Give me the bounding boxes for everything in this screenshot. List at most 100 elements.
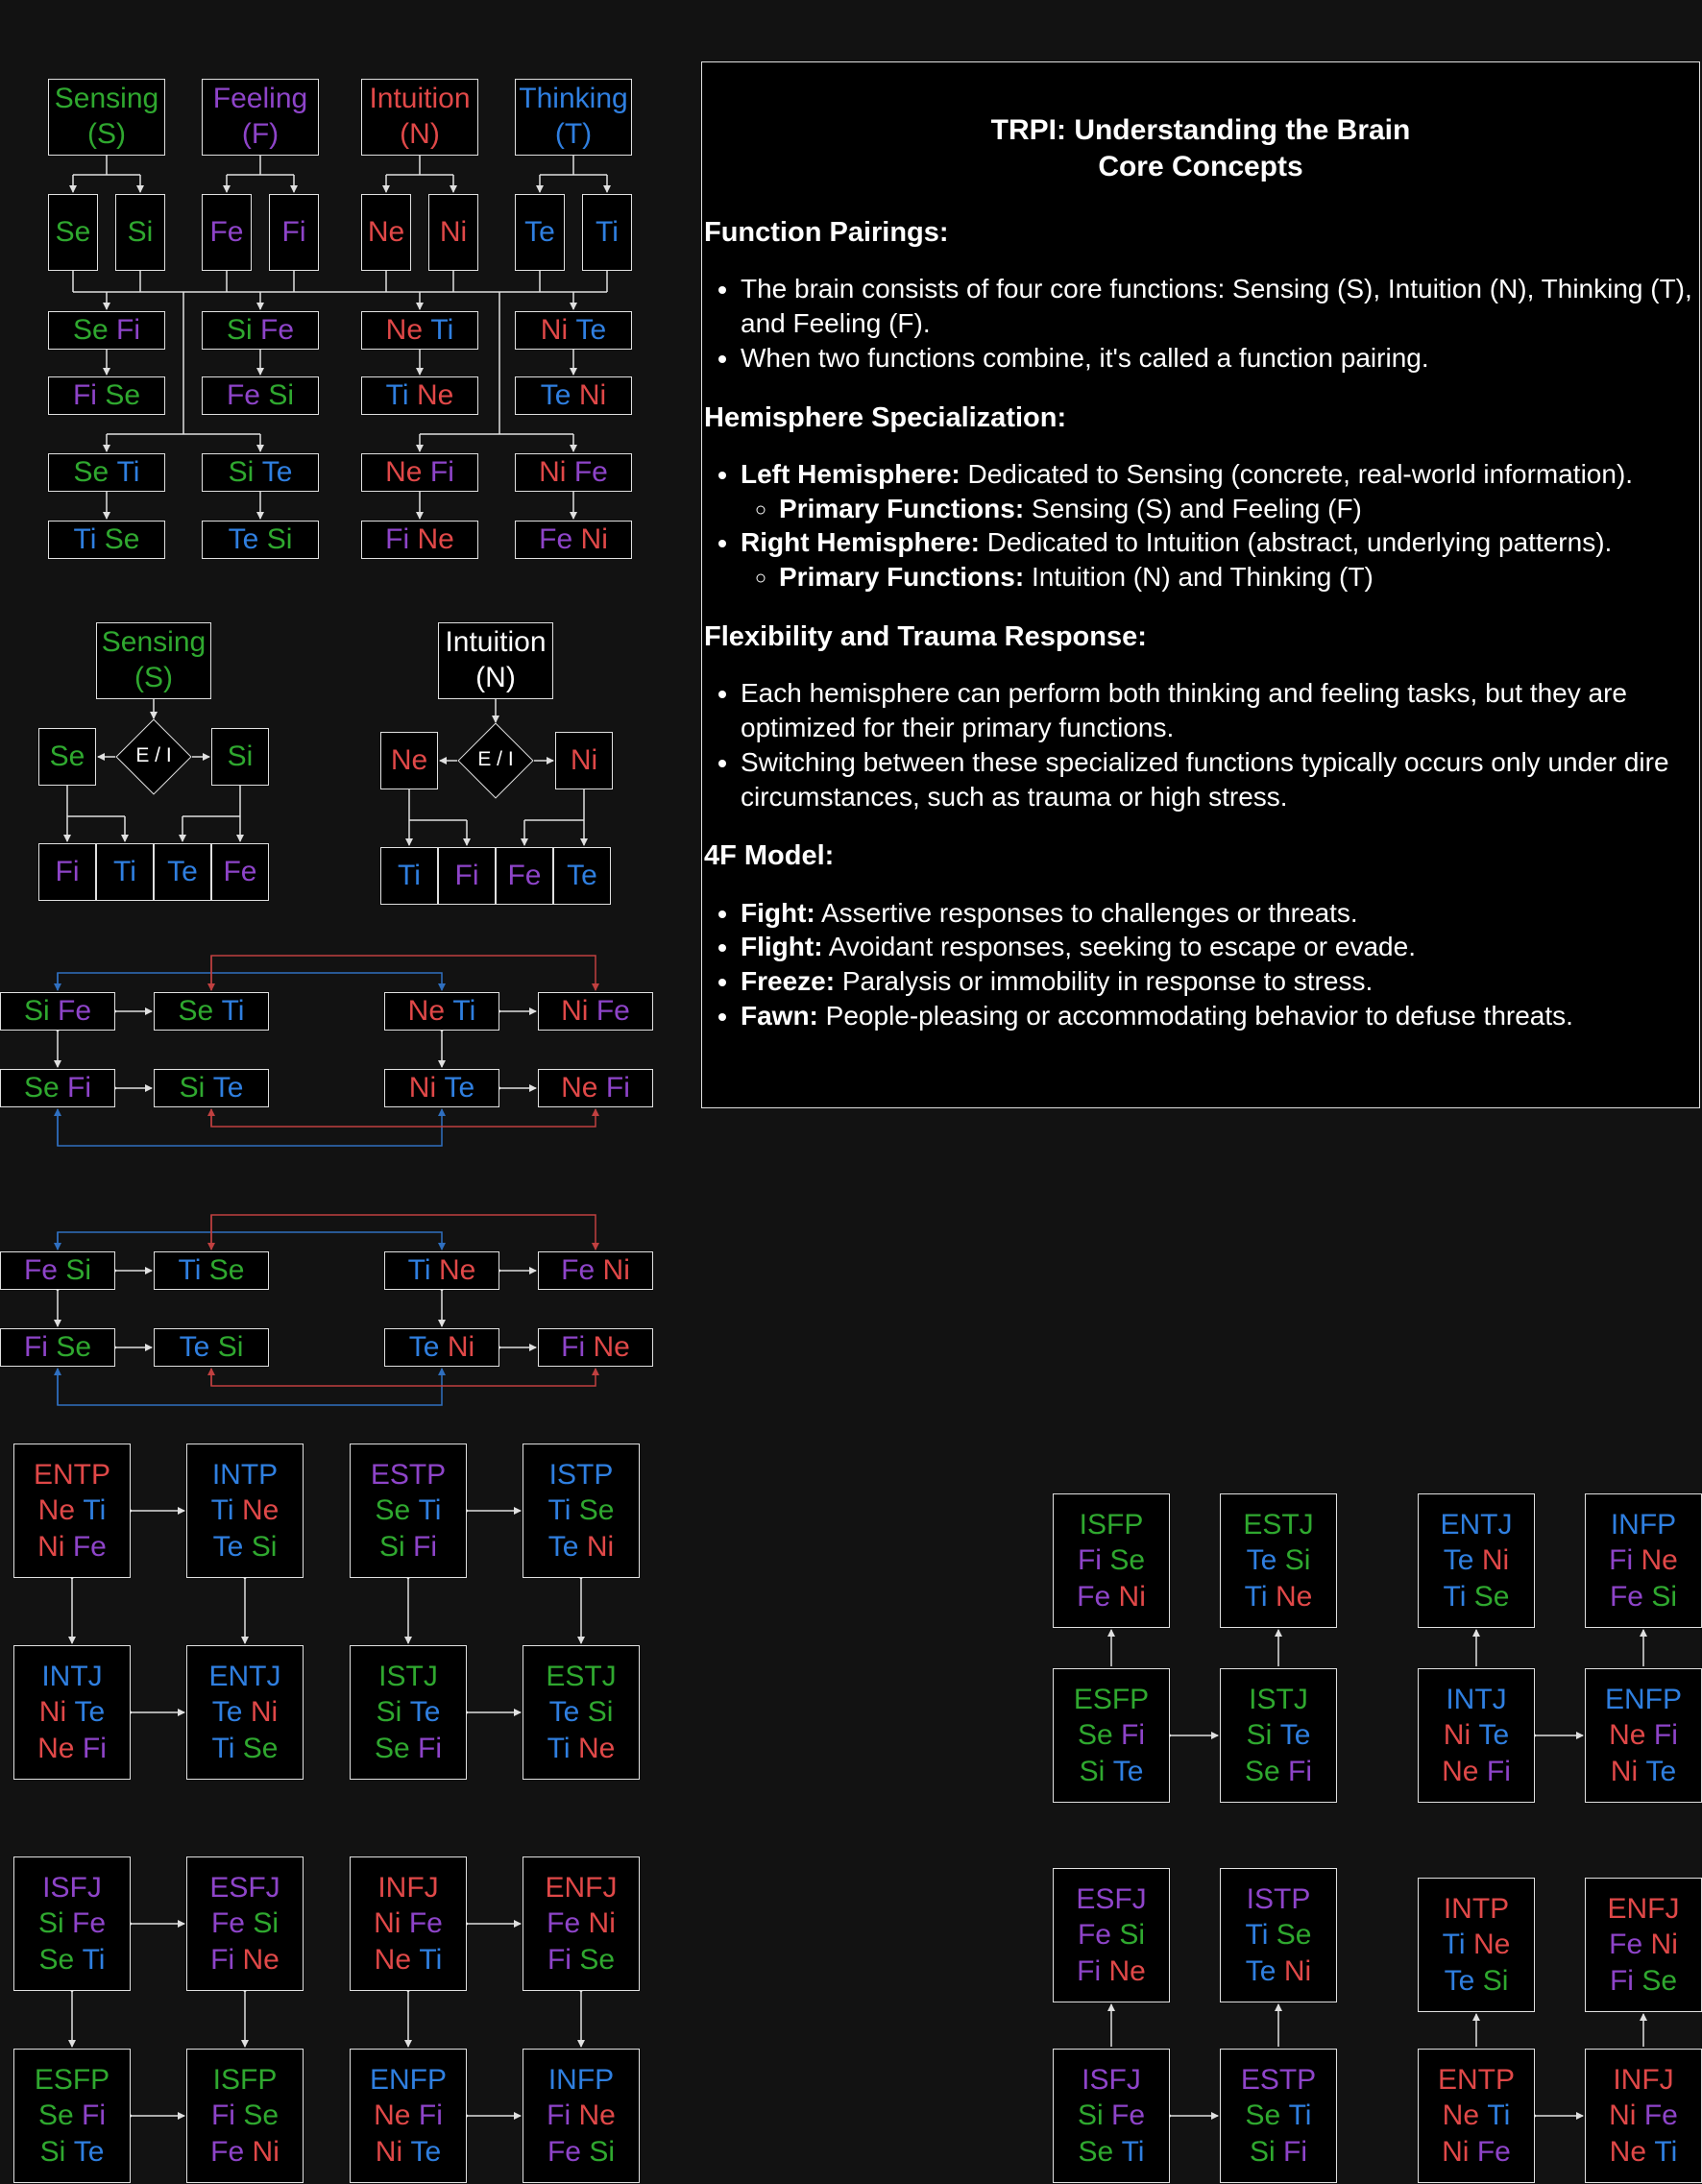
function-si: Si: [179, 1072, 206, 1104]
function-si: Si: [1119, 1919, 1146, 1952]
function-ne: Ne: [367, 216, 405, 248]
type-function-pair: Fe Si: [211, 1905, 279, 1942]
function-fe: Fe: [72, 1530, 107, 1563]
function-te: Te: [212, 1072, 244, 1104]
item-text: The brain consists of four core function…: [741, 274, 1692, 338]
function-fi: Fi: [55, 856, 80, 887]
connector-line: [210, 1108, 599, 1128]
function-fi: Fi: [210, 2099, 235, 2132]
function-se: Se: [178, 995, 214, 1027]
type-box-istj: ISTJ Si Te Se Fi: [350, 1645, 467, 1780]
function-fe: Fe: [1077, 1919, 1111, 1952]
loop-pair-box: Te Si: [154, 1328, 269, 1367]
item-term: Right Hemisphere:: [741, 527, 980, 558]
pairing-box: Te Si: [202, 521, 319, 559]
function-ti: Ti: [73, 523, 97, 555]
function-fi: Fi: [210, 1943, 235, 1976]
type-function-pair: Ti Se: [548, 1492, 615, 1529]
type-code: ISFJ: [42, 1871, 102, 1904]
type-box-enfj: ENFJ Fe Ni Fi Se: [523, 1856, 640, 1991]
function-si: Si: [1284, 1544, 1311, 1577]
function-se: Se: [1276, 1919, 1312, 1952]
function-ti: Ti: [1443, 1580, 1467, 1613]
function-te: Te: [261, 456, 293, 488]
pairing-box: Si Te: [202, 453, 319, 492]
function-fe: Fe: [58, 995, 92, 1027]
function-ti: Ti: [1442, 1929, 1466, 1961]
function-ti: Ti: [82, 1943, 106, 1976]
function-se: Se: [49, 740, 85, 772]
connector-line: [57, 972, 446, 991]
function-fe: Fe: [1609, 1929, 1643, 1961]
function-fe: Fe: [1077, 1580, 1111, 1613]
header-code: (F): [241, 118, 280, 150]
function-se: Se: [1244, 1755, 1280, 1787]
pairing-box: Ti Se: [48, 521, 165, 559]
item-text: Intuition (N) and Thinking (T): [1024, 562, 1374, 593]
item-text: Assertive responses to challenges or thr…: [815, 897, 1358, 928]
type-function-pair: Se Ti: [39, 1942, 106, 1978]
function-fi: Fi: [82, 1732, 107, 1764]
function-ti: Ti: [1245, 1919, 1269, 1952]
ei-left-box: Se: [38, 728, 96, 786]
function-te: Te: [179, 1331, 210, 1363]
ei-bottom-box: Te: [553, 847, 611, 905]
function-se: Se: [1078, 2135, 1114, 2168]
type-function-pair: Ti Ne: [1443, 1927, 1511, 1963]
type-function-pair: Fe Ni: [1077, 1579, 1146, 1615]
function-ti: Ti: [178, 1254, 202, 1286]
ei-bottom-box: Ti: [96, 843, 154, 901]
function-fe: Fe: [209, 216, 244, 248]
function-ti: Ti: [1487, 2099, 1511, 2132]
type-function-pair: Fi Se: [1610, 1963, 1677, 2000]
type-box-intp: INTP Ti Ne Te Si: [186, 1444, 304, 1578]
type-box-entp: ENTP Ne Ti Ni Fe: [1418, 2049, 1535, 2183]
function-ti: Ti: [210, 1494, 234, 1527]
function-se: Se: [37, 2099, 74, 2132]
function-ne: Ne: [242, 1943, 280, 1976]
type-code: INTJ: [41, 1660, 103, 1692]
type-code: ESTP: [370, 1458, 447, 1491]
function-fi: Fi: [1609, 1964, 1634, 1997]
type-function-pair: Ne Fi: [1609, 1717, 1678, 1754]
type-function-pair: Fe Si: [1078, 1917, 1145, 1953]
function-ni: Ni: [439, 216, 468, 248]
function-fe: Fe: [226, 379, 260, 411]
panel-title: TRPI: Understanding the Brain Core Conce…: [702, 112, 1699, 184]
type-box-entj: ENTJ Te Ni Ti Se: [186, 1645, 304, 1780]
function-si: Si: [268, 379, 295, 411]
function-ne: Ne: [417, 523, 454, 555]
function-ne: Ne: [416, 379, 454, 411]
type-function-pair: Te Ni: [212, 1694, 278, 1731]
function-ti: Ti: [547, 1494, 571, 1527]
type-function-pair: Fi Ne: [1077, 1953, 1146, 1990]
single-box-fi: Fi: [269, 194, 319, 271]
type-box-intp: INTP Ti Ne Te Si: [1418, 1878, 1535, 2012]
function-si: Si: [1246, 1719, 1273, 1752]
function-fe: Fe: [507, 860, 542, 891]
function-ni: Ni: [37, 1530, 65, 1563]
function-se: Se: [242, 1732, 279, 1764]
function-fi: Fi: [23, 1331, 48, 1363]
section-list-item: Fight: Assertive responses to challenges…: [741, 896, 1699, 931]
function-te: Te: [1478, 1719, 1510, 1752]
function-si: Si: [37, 1907, 64, 1940]
type-code: ESFJ: [1076, 1882, 1147, 1915]
function-ne: Ne: [241, 1494, 280, 1527]
pairing-box: Se Ti: [48, 453, 165, 492]
type-box-istp: ISTP Ti Se Te Ni: [523, 1444, 640, 1578]
type-function-pair: Ni Fe: [1609, 2098, 1678, 2134]
function-fi: Fi: [413, 1530, 438, 1563]
function-te: Te: [1444, 1964, 1475, 1997]
single-box-si: Si: [115, 194, 165, 271]
function-fi: Fi: [116, 314, 141, 346]
function-si: Si: [1651, 1580, 1678, 1613]
type-function-pair: Ni Te: [39, 1694, 105, 1731]
type-function-pair: Se Fi: [1078, 1717, 1145, 1754]
panel-sections: Function Pairings: The brain consists of …: [702, 215, 1699, 1033]
function-ne: Ne: [438, 1254, 476, 1286]
type-box-esfj: ESFJ Fe Si Fi Ne: [1053, 1868, 1170, 2002]
type-code: ENFJ: [545, 1871, 618, 1904]
type-function-pair: Ti Se: [1246, 1917, 1312, 1953]
loop-pair-box: Te Ni: [384, 1328, 499, 1367]
